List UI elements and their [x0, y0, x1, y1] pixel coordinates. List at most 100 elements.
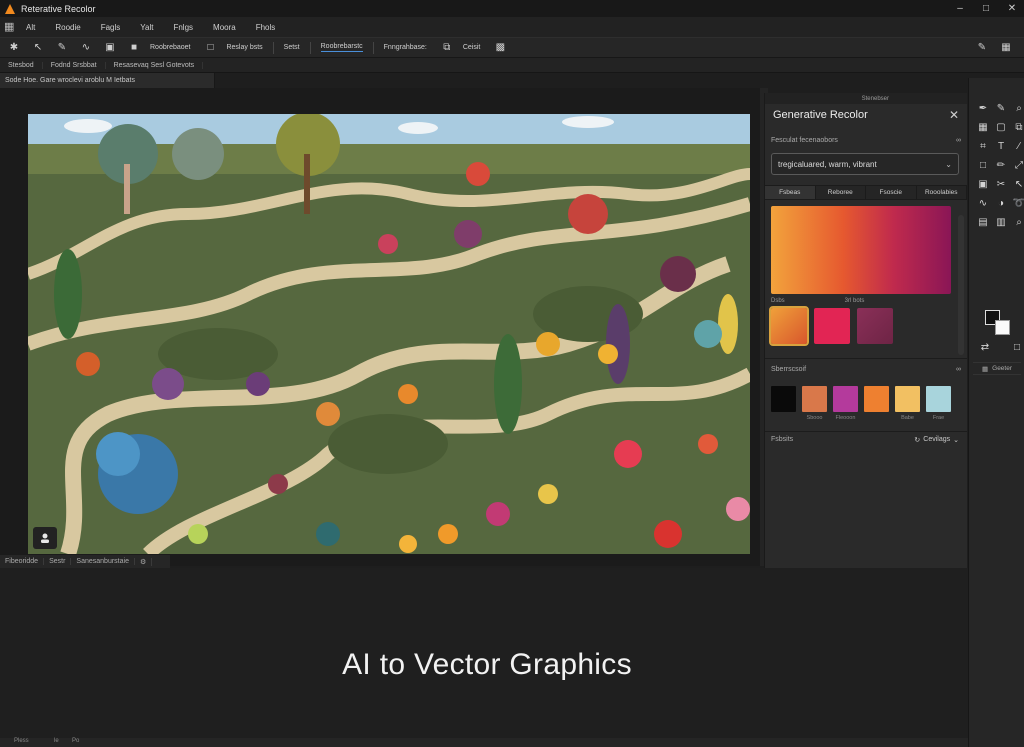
chevron-down-icon: ⌄ [945, 159, 952, 169]
background-color[interactable] [995, 320, 1010, 335]
toolbar-label[interactable]: Fnngrahbase: [384, 44, 427, 51]
variant-swatch-selected[interactable] [769, 306, 809, 346]
select-arrow-icon[interactable]: ↖ [28, 41, 48, 55]
line-icon[interactable]: ∕ [1011, 140, 1024, 152]
prompt-section-label: Fesculat fecenaobors [771, 137, 838, 144]
status-item[interactable]: Fibeoridde [0, 558, 45, 565]
brush-icon[interactable]: ∿ [76, 41, 96, 55]
menu-item[interactable]: Fagls [101, 23, 121, 32]
close-icon[interactable]: ✕ [949, 108, 959, 122]
select-icon[interactable]: ↖ [1011, 178, 1024, 190]
frame-icon[interactable]: ▣ [975, 178, 991, 190]
status-settings-icon[interactable]: ⚙ [135, 557, 153, 566]
tab-preset[interactable]: Fsbeas [765, 186, 816, 199]
menu-item[interactable]: Roodie [55, 23, 80, 32]
color-swatch[interactable] [771, 386, 796, 412]
swatch-label: Fleooon [835, 415, 856, 421]
pencil-icon[interactable]: ✎ [972, 41, 992, 55]
mesh-icon[interactable]: ▥ [993, 216, 1009, 228]
status-item[interactable]: Sestr [44, 558, 72, 565]
tab-preset[interactable]: Fsoscie [866, 186, 917, 199]
sparkle-icon[interactable]: ✱ [4, 41, 24, 55]
caption: AI to Vector Graphics [342, 648, 632, 681]
preset-tabs: Fsbeas Reboree Fsoscie Rooolabies [765, 185, 967, 200]
panel-tab[interactable]: Stenebser [765, 93, 967, 104]
rect-icon[interactable]: □ [975, 159, 991, 171]
tab-preset[interactable]: Rooolabies [917, 186, 967, 199]
toolbar-label[interactable]: Setst [284, 44, 300, 51]
artwork-canvas[interactable] [28, 114, 750, 554]
generate-button[interactable]: ↻ Cevilags ⌄ [914, 436, 959, 444]
document-tab[interactable]: Sode Hoe. Gare wroclevi aroblu M Ietbats [0, 73, 215, 88]
prompt-dropdown[interactable]: tregicaluared, warm, vibrant ⌄ [771, 153, 959, 175]
toolbar: ✱ ↖ ✎ ∿ ▣ ■ Roobrebaoet □ Reslay bsts Se… [0, 37, 1024, 58]
toolbar-label[interactable]: Ceisit [463, 44, 481, 51]
layout-icon[interactable]: ▩ [490, 41, 510, 55]
window-title: Reterative Recolor [21, 3, 96, 14]
toolbar-label[interactable]: Roobrebaoet [150, 44, 190, 51]
color-pair[interactable] [985, 310, 1011, 336]
variant-label: Dsbs [771, 298, 785, 304]
color-swatch[interactable] [833, 386, 858, 412]
variant-swatch[interactable] [857, 308, 893, 344]
brush-icon[interactable]: ✎ [993, 102, 1009, 114]
pen-icon[interactable]: ✒ [975, 102, 991, 114]
link-icon[interactable]: ∞ [956, 366, 961, 373]
user-chip-icon[interactable] [33, 527, 57, 549]
transform-icon[interactable]: ⤢ [1011, 159, 1024, 171]
panel-tab-label: Stenebser [861, 95, 889, 102]
swatch-row [765, 386, 967, 412]
scissors-icon[interactable]: ✂ [993, 178, 1009, 190]
option-item[interactable]: Fodnd Srsbbat [43, 61, 106, 69]
tab-preset[interactable]: Reboree [816, 186, 866, 199]
menu-item[interactable]: Fnlgs [173, 23, 193, 32]
lasso-icon[interactable]: ➰ [1011, 197, 1024, 209]
copy-icon[interactable]: ⧉ [437, 41, 457, 55]
blend-icon[interactable]: ◑ [993, 197, 1009, 209]
grid-menu-icon[interactable]: ▦ [4, 21, 18, 33]
minimize-icon[interactable]: – [954, 2, 966, 14]
swap-icon[interactable]: ⇄ [977, 341, 993, 353]
toolbar-label[interactable]: Reslay bsts [226, 44, 262, 51]
pencil-icon[interactable]: ✏ [993, 159, 1009, 171]
color-swatch[interactable] [926, 386, 951, 412]
zoom-icon[interactable]: ⌕ [1011, 216, 1024, 228]
gradient-icon[interactable]: ▤ [975, 216, 991, 228]
frame-icon[interactable]: □ [200, 41, 220, 55]
panel-scrollbar[interactable] [958, 215, 964, 355]
link-icon[interactable]: ∞ [956, 137, 961, 144]
text-icon[interactable]: T [993, 140, 1009, 152]
grid-icon[interactable]: ▦ [975, 121, 991, 133]
menu-item[interactable]: Fhols [256, 23, 276, 32]
warp-icon[interactable]: ∿ [975, 197, 991, 209]
toolbar-label-active[interactable]: Roobrebarstc [320, 43, 363, 52]
eyedrop-icon[interactable]: ⌕ [1011, 102, 1024, 114]
pen-icon[interactable]: ✎ [52, 41, 72, 55]
option-item[interactable]: Stesbod [0, 61, 43, 69]
option-item[interactable]: Resasevaq Sesl Gotevots [106, 61, 204, 69]
title-bar: Reterative Recolor – □ ✕ [0, 0, 1024, 17]
color-swatch[interactable] [802, 386, 827, 412]
tool-bottom-button[interactable]: ▦ Geeter [973, 362, 1021, 375]
bottom-label: Po [72, 738, 80, 744]
color-swatch[interactable] [864, 386, 889, 412]
menu-item[interactable]: Yalt [140, 23, 153, 32]
gradient-preview[interactable] [771, 206, 951, 294]
menu-item[interactable]: Moora [213, 23, 236, 32]
reset-icon[interactable]: □ [1009, 341, 1024, 353]
menu-item[interactable]: Alt [26, 23, 35, 32]
crop-icon[interactable]: ⌗ [975, 140, 991, 152]
variant-swatch[interactable] [814, 308, 850, 344]
swatch-label [864, 415, 889, 421]
maximize-icon[interactable]: □ [980, 2, 992, 14]
close-icon[interactable]: ✕ [1006, 2, 1018, 14]
color-swatch[interactable] [895, 386, 920, 412]
garden-illustration [28, 114, 750, 554]
shape-icon[interactable]: ▢ [993, 121, 1009, 133]
bottom-label: le [54, 738, 59, 744]
layer-icon[interactable]: ⧉ [1011, 121, 1024, 133]
grid-icon[interactable]: ▦ [996, 41, 1016, 55]
status-item[interactable]: Sanesanburstaie [71, 558, 135, 565]
image-icon[interactable]: ▣ [100, 41, 120, 55]
fill-icon[interactable]: ■ [124, 41, 144, 55]
